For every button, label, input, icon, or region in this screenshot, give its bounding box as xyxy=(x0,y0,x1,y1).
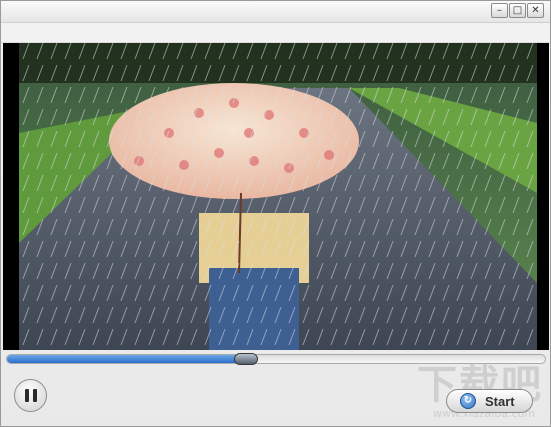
video-area[interactable] xyxy=(3,43,549,350)
video-frame xyxy=(19,43,537,350)
pause-button[interactable] xyxy=(14,379,47,412)
refresh-icon: ↻ xyxy=(460,393,476,409)
video-image xyxy=(19,43,537,350)
start-label: Start xyxy=(485,393,515,409)
close-button[interactable]: ✕ xyxy=(527,3,544,18)
pause-icon-bar xyxy=(32,389,37,402)
window-controls: – □ ✕ xyxy=(491,3,544,18)
minimize-button[interactable]: – xyxy=(491,3,508,18)
progress-thumb[interactable] xyxy=(234,353,259,365)
pause-icon xyxy=(24,389,29,402)
progress-fill xyxy=(7,355,247,363)
app-window: – □ ✕ 下载吧 www.xiazaiba.com ↻ Start xyxy=(0,0,551,427)
maximize-button[interactable]: □ xyxy=(509,3,526,18)
start-button[interactable]: ↻ Start xyxy=(446,389,533,413)
title-bar[interactable]: – □ ✕ xyxy=(1,1,550,23)
menu-strip xyxy=(1,23,550,43)
